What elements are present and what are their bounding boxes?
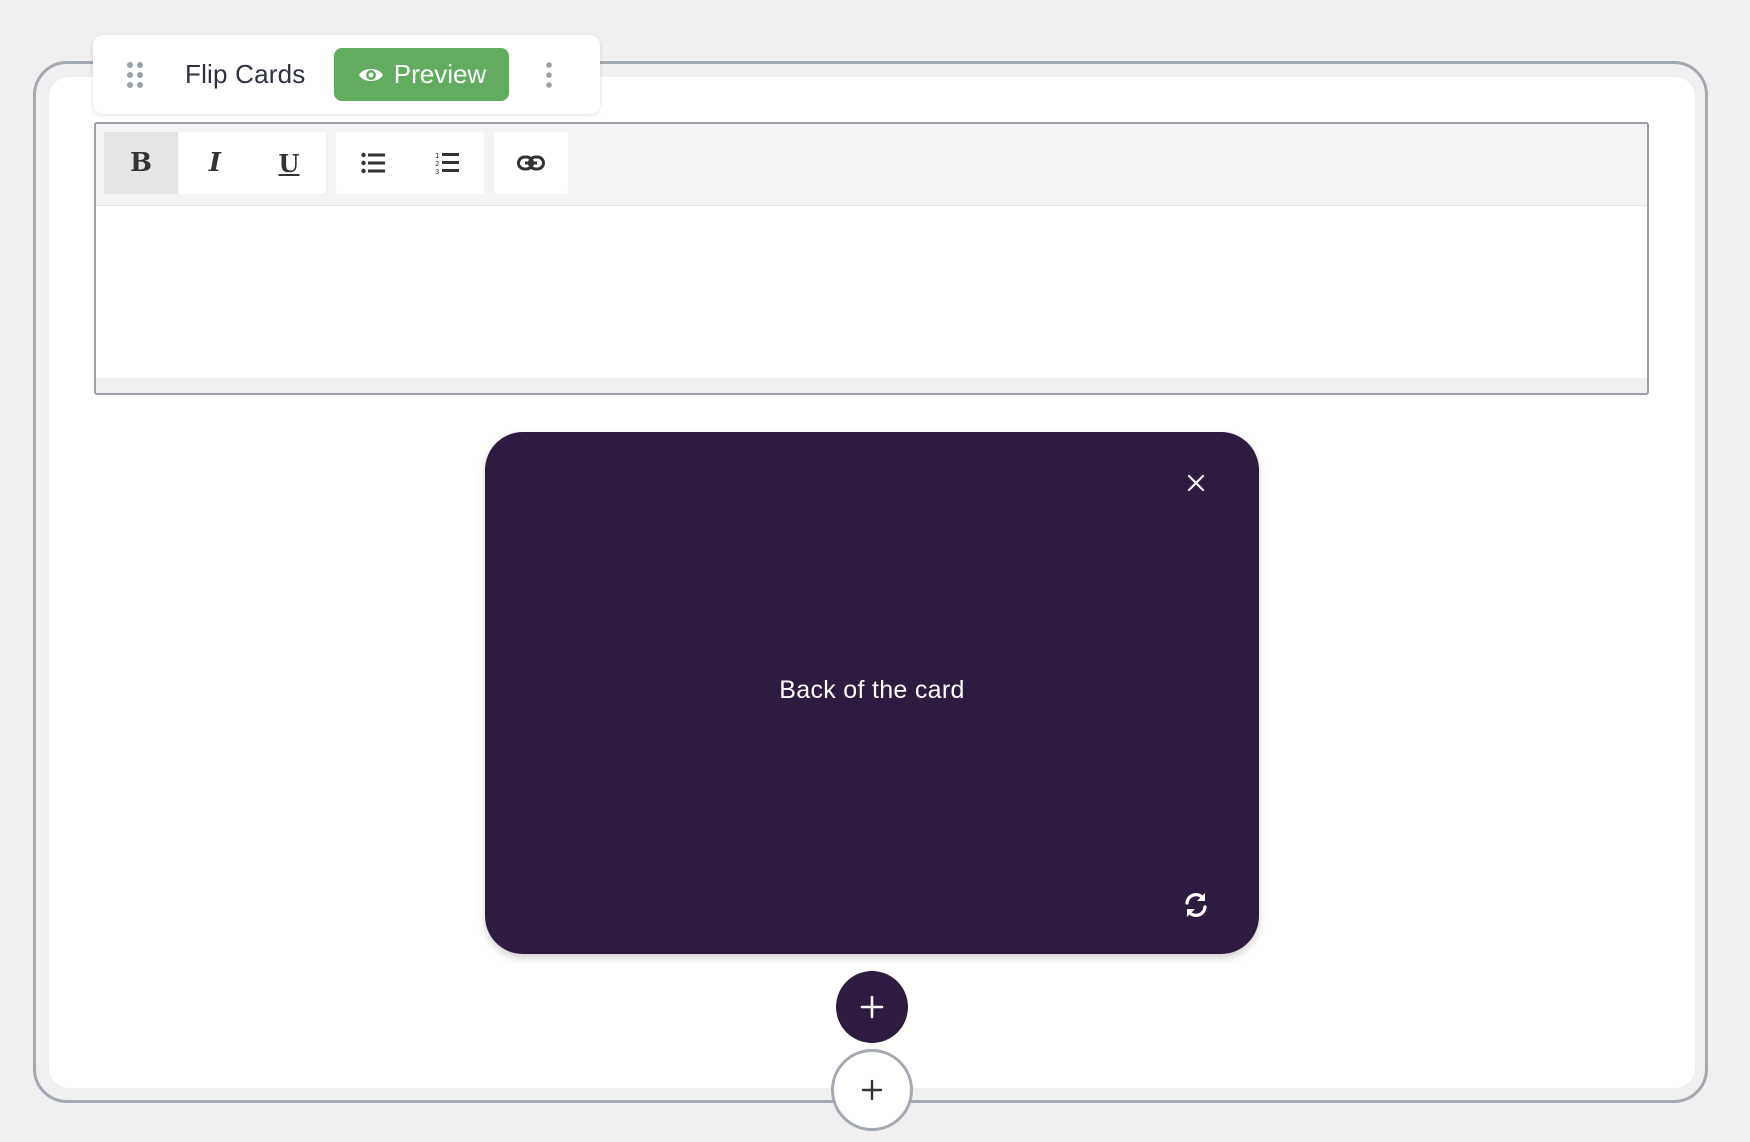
drag-handle-icon[interactable] bbox=[101, 35, 169, 114]
block-title: Flip Cards bbox=[185, 59, 306, 89]
bulleted-list-icon bbox=[361, 152, 385, 174]
editor-toolbar: B I U 1 2 3 bbox=[96, 124, 1647, 206]
format-group: B I U bbox=[104, 132, 326, 194]
link-group bbox=[494, 132, 568, 194]
list-group: 1 2 3 bbox=[336, 132, 484, 194]
bold-button[interactable]: B bbox=[104, 132, 178, 194]
svg-text:1: 1 bbox=[435, 152, 439, 160]
underline-icon: U bbox=[278, 148, 300, 178]
eye-icon bbox=[358, 65, 384, 85]
add-block-button[interactable] bbox=[831, 1049, 913, 1131]
editor-resize-bar bbox=[96, 378, 1647, 393]
svg-text:3: 3 bbox=[435, 168, 439, 175]
italic-icon: I bbox=[208, 148, 222, 178]
vertical-ellipsis-icon[interactable] bbox=[539, 55, 559, 95]
editor-content-area[interactable] bbox=[96, 206, 1647, 381]
bold-icon: B bbox=[130, 148, 152, 178]
block-toolbar: Flip Cards Preview bbox=[93, 35, 600, 114]
svg-text:2: 2 bbox=[435, 160, 439, 168]
flip-card[interactable]: Back of the card bbox=[485, 432, 1259, 954]
link-icon bbox=[517, 155, 545, 171]
italic-button[interactable]: I bbox=[178, 132, 252, 194]
numbered-list-button[interactable]: 1 2 3 bbox=[410, 132, 484, 194]
numbered-list-icon: 1 2 3 bbox=[435, 152, 459, 175]
flip-refresh-icon[interactable] bbox=[1176, 885, 1216, 925]
bulleted-list-button[interactable] bbox=[336, 132, 410, 194]
plus-icon bbox=[861, 1079, 883, 1101]
preview-button[interactable]: Preview bbox=[334, 48, 510, 101]
add-card-button[interactable] bbox=[836, 971, 908, 1043]
preview-label: Preview bbox=[393, 59, 487, 89]
rich-text-editor: B I U 1 2 3 bbox=[94, 122, 1649, 395]
link-button[interactable] bbox=[494, 132, 568, 194]
card-back-text: Back of the card bbox=[779, 676, 965, 704]
plus-icon bbox=[860, 995, 884, 1019]
underline-button[interactable]: U bbox=[252, 132, 326, 194]
close-icon[interactable] bbox=[1176, 463, 1216, 503]
